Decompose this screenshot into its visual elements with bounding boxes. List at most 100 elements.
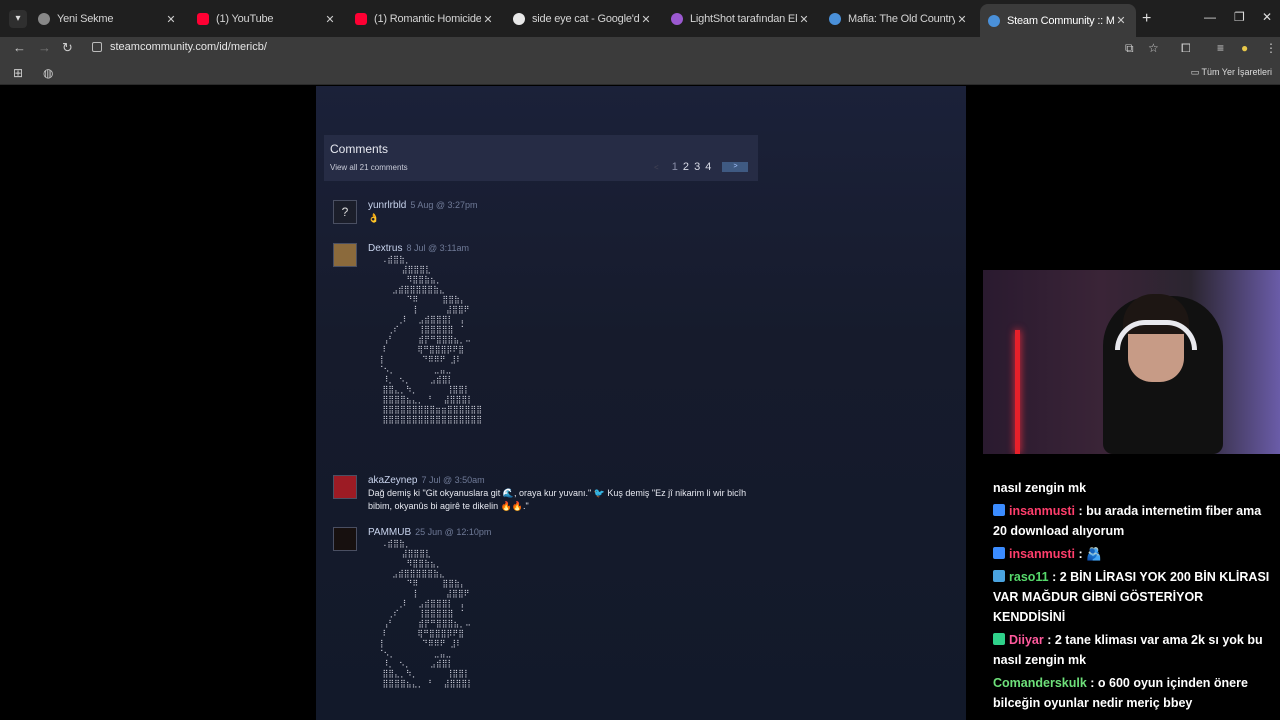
tab-title: side eye cat - Google'da Ara [532, 13, 639, 25]
close-icon[interactable]: ✕ [639, 13, 653, 26]
prev-page-button[interactable]: < [654, 163, 659, 172]
close-window-icon[interactable]: ✕ [1262, 10, 1272, 24]
tab-title: Steam Community :: Meriç [1007, 14, 1114, 27]
avatar[interactable] [333, 527, 357, 551]
tab-title: (1) YouTube [216, 13, 274, 25]
comment-header: yunrlrbld 5 Aug @ 3:27pm [368, 200, 478, 211]
comment-date: 8 Jul @ 3:11am [406, 243, 469, 253]
bookmark-star-icon[interactable]: ☆ [1148, 41, 1159, 55]
steam-icon [829, 13, 841, 25]
chat-username: insanmusti [1009, 547, 1075, 561]
page-link-1[interactable]: 1 [672, 161, 678, 173]
tab-bar: ▾ Yeni Sekme ✕ (1) YouTube ✕ (1) Romanti… [0, 0, 1280, 37]
browser-toolbar: ← → ↻ steamcommunity.com/id/mericb/ ⧉ ☆ … [0, 37, 1280, 60]
badge-icon [993, 570, 1005, 582]
close-icon[interactable]: ✕ [481, 13, 495, 26]
address-bar[interactable]: steamcommunity.com/id/mericb/ [110, 41, 267, 53]
chat-message: insanmusti : 🫂 [993, 544, 1273, 564]
comments-header: Comments View all 21 comments < 1 2 3 4 … [324, 135, 758, 181]
close-icon[interactable]: ✕ [955, 13, 969, 26]
webcam-overlay [983, 270, 1280, 454]
chat-text: : 🫂 [1075, 547, 1102, 561]
ascii-art-image: .⣾⣿⣷⡀ ⣼⣿⣿⣿⣇ ⠻⣿⣿⣷⣦⡀ ⣠⣾⣿⣿⣿⣿⣿⣷⣄ ⠙⠿ ⣿⣿⣷⡄ ⢸ ⣼… [377, 255, 483, 424]
comment-author[interactable]: Dextrus [368, 243, 402, 254]
youtube-icon [355, 13, 367, 25]
tab-new-tab[interactable]: Yeni Sekme ✕ [30, 6, 186, 32]
chat-username: Diiyar [1009, 633, 1044, 647]
reload-icon[interactable]: ↻ [62, 40, 73, 56]
comment-author[interactable]: akaZeynep [368, 475, 417, 486]
chat-message: nasıl zengin mk [993, 478, 1273, 498]
comment-date: 25 Jun @ 12:10pm [415, 527, 492, 537]
comment-text: Dağ demiş ki "Git okyanuslara git 🌊, ora… [368, 488, 747, 511]
tab-youtube[interactable]: (1) YouTube ✕ [189, 6, 345, 32]
next-page-button[interactable]: > [722, 162, 749, 173]
close-icon[interactable]: ✕ [323, 13, 337, 26]
all-bookmarks-label: Tüm Yer İşaretleri [1201, 67, 1272, 77]
close-icon[interactable]: ✕ [1114, 14, 1128, 27]
close-icon[interactable]: ✕ [797, 13, 811, 26]
avatar[interactable] [333, 243, 357, 267]
comments-title: Comments [330, 142, 389, 156]
view-all-comments-link[interactable]: View all 21 comments [330, 163, 408, 172]
forward-icon[interactable]: → [38, 40, 51, 55]
menu-icon[interactable]: ⋮ [1265, 41, 1277, 55]
youtube-icon [197, 13, 209, 25]
badge-icon [993, 504, 1005, 516]
tab-mafia-steam[interactable]: Mafia: The Old Country on Stea ✕ [821, 6, 977, 32]
chat-message: Comanderskulk : o 600 oyun içinden önere… [993, 673, 1273, 713]
media-icon[interactable]: ≡ [1217, 41, 1224, 55]
tab-steam-community[interactable]: Steam Community :: Meriç ✕ [980, 4, 1136, 37]
folder-icon: ▭ [1190, 67, 1202, 77]
profile-icon[interactable]: ● [1241, 41, 1248, 55]
avatar[interactable] [333, 475, 357, 499]
comment-date: 7 Jul @ 3:50am [421, 475, 485, 485]
tab-title: (1) Romantic Homicide COVER [374, 13, 481, 25]
stream-chat: nasıl zengin mk insanmusti : bu arada in… [993, 478, 1273, 716]
new-tab-button[interactable]: + [1142, 10, 1151, 28]
badge-icon [993, 633, 1005, 645]
restore-icon[interactable]: ❐ [1234, 10, 1245, 24]
badge-icon [993, 547, 1005, 559]
page-link-4[interactable]: 4 [705, 161, 711, 173]
tab-romantic-homicide[interactable]: (1) Romantic Homicide COVER ✕ [347, 6, 503, 32]
site-info-icon[interactable] [92, 42, 102, 52]
chat-username: insanmusti [1009, 504, 1075, 518]
page-link-3[interactable]: 3 [694, 161, 700, 173]
globe-icon[interactable]: ◍ [43, 66, 53, 80]
tab-title: LightShot tarafından Ekran Gör [690, 13, 797, 25]
comment-author[interactable]: PAMMUB [368, 527, 411, 538]
tab-search-button[interactable]: ▾ [9, 10, 27, 28]
page-link-2[interactable]: 2 [683, 161, 689, 173]
comment-author[interactable]: yunrlrbld [368, 200, 406, 211]
google-icon [513, 13, 525, 25]
chat-username: Comanderskulk [993, 676, 1087, 690]
led-light [1015, 330, 1020, 454]
comment-header: akaZeynep 7 Jul @ 3:50am [368, 475, 485, 486]
chat-message: raso11 : 2 BİN LİRASI YOK 200 BİN KLİRAS… [993, 567, 1273, 627]
tab-title: Yeni Sekme [57, 13, 114, 25]
close-icon[interactable]: ✕ [164, 13, 178, 26]
translate-icon[interactable]: ⧉ [1125, 41, 1134, 56]
minimize-icon[interactable]: — [1204, 10, 1216, 24]
avatar[interactable]: ? [333, 200, 357, 224]
all-bookmarks[interactable]: ▭ Tüm Yer İşaretleri [1191, 67, 1272, 78]
tab-google-search[interactable]: side eye cat - Google'da Ara ✕ [505, 6, 661, 32]
tab-title: Mafia: The Old Country on Stea [848, 13, 955, 25]
chat-username: raso11 [1009, 570, 1049, 584]
comment-header: Dextrus 8 Jul @ 3:11am [368, 243, 469, 254]
chat-text: nasıl zengin mk [993, 481, 1087, 495]
chat-message: insanmusti : bu arada internetim fiber a… [993, 501, 1273, 541]
comment-text: 👌 [368, 213, 380, 223]
apps-icon[interactable]: ⊞ [13, 66, 23, 80]
comment-header: PAMMUB 25 Jun @ 12:10pm [368, 527, 491, 538]
comment-date: 5 Aug @ 3:27pm [410, 200, 478, 210]
chrome-icon [38, 13, 50, 25]
extensions-icon[interactable]: ⧠ [1181, 41, 1191, 56]
steam-icon [988, 14, 1000, 27]
comment: PAMMUB 25 Jun @ 12:10pm .⣾⣿⣷⡀ ⣼⣿⣿⣿⣇ ⠻⣿⣿⣷⣦… [333, 527, 753, 720]
back-icon[interactable]: ← [13, 40, 26, 55]
lightshot-icon [671, 13, 683, 25]
tab-lightshot[interactable]: LightShot tarafından Ekran Gör ✕ [663, 6, 819, 32]
chat-message: Diiyar : 2 tane kliması var ama 2k sı yo… [993, 630, 1273, 670]
